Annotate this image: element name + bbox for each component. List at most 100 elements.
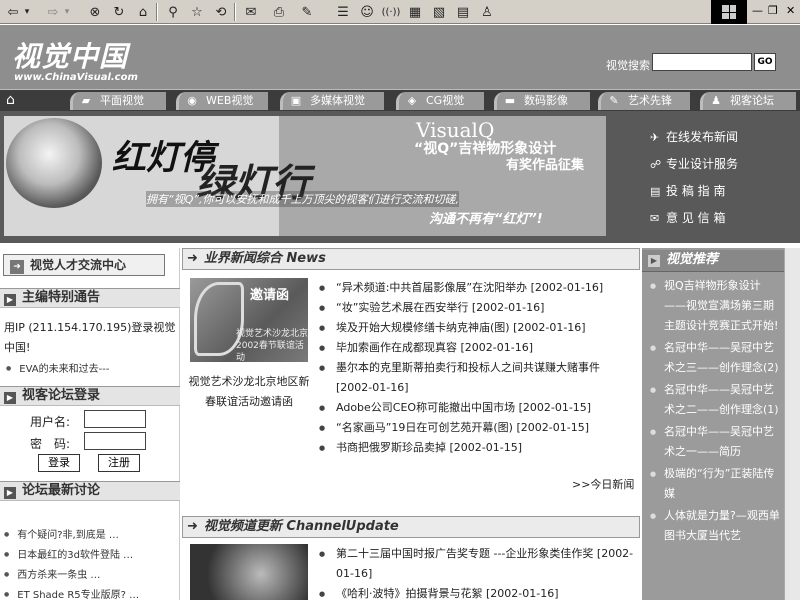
image-icon[interactable]: ▦: [406, 3, 424, 21]
section-title: 视客论坛登录: [22, 388, 101, 403]
forum-item[interactable]: 有个疑问?非,到底是 …: [4, 528, 119, 543]
username-input[interactable]: [84, 410, 146, 428]
restore-icon[interactable]: ❐: [768, 4, 778, 17]
edit-icon[interactable]: ✎: [298, 3, 316, 21]
chart-icon[interactable]: ▧: [430, 3, 448, 21]
channel-thumbnail[interactable]: [190, 544, 308, 600]
login-button[interactable]: 登录: [38, 454, 80, 472]
channel-item[interactable]: 《哈利·波特》拍摄背景与花絮 [2002-01-16]: [319, 584, 636, 600]
nav-item-label: 视客论坛: [730, 94, 774, 107]
section-title: 业界新闻综合 News: [203, 251, 326, 266]
invitation-thumbnail[interactable]: 邀请函 视觉艺术沙龙北京 2002春节联谊活动: [190, 278, 308, 362]
recommend-item[interactable]: 名冠中华——吴冠中艺术之二——创作理念(1): [648, 380, 782, 420]
notice-item[interactable]: EVA的未来和过去---: [6, 362, 109, 377]
vertical-scrollbar[interactable]: [784, 248, 800, 600]
thumbnail-caption[interactable]: 视觉艺术沙龙北京地区新春联谊活动邀请函: [186, 372, 312, 412]
channel-item[interactable]: 第二十三届中国时报广告奖专题 ---企业形象类佳作奖 [2002-01-16]: [319, 544, 636, 584]
section-bullet-icon: ▶: [648, 255, 660, 267]
tools-icon[interactable]: ▤: [454, 3, 472, 21]
nav-item-forum[interactable]: ♟ 视客论坛: [700, 92, 796, 110]
print-icon[interactable]: ⎙: [270, 3, 288, 21]
windows-logo-icon: [711, 0, 747, 24]
link-label: 在线发布新闻: [666, 130, 739, 144]
favorites-icon[interactable]: ☆: [188, 3, 206, 21]
toolbar-separator: [156, 3, 158, 21]
back-dropdown-icon[interactable]: ▾: [22, 3, 32, 21]
banner-subtitle-2: 有奖作品征集: [506, 158, 585, 173]
forum-item[interactable]: 西方杀来一条虫 …: [4, 568, 100, 583]
nav-item-web[interactable]: ◉ WEB视觉: [176, 92, 268, 110]
nav-item-art[interactable]: ✎ 艺术先锋: [598, 92, 690, 110]
invitation-title: 邀请函: [250, 288, 290, 303]
link-publish-news[interactable]: ✈ 在线发布新闻: [650, 128, 790, 155]
link-design-service[interactable]: ☍ 专业设计服务: [650, 155, 790, 182]
search-input[interactable]: [652, 53, 752, 71]
nav-item-label: 多媒体视觉: [310, 94, 365, 107]
nav-cg-icon: ◈: [407, 94, 417, 107]
recommend-item[interactable]: 人体就是力量?—观西单图书大厦当代艺: [648, 506, 782, 546]
history-icon[interactable]: ⟲: [212, 3, 230, 21]
nav-home-icon[interactable]: ⌂: [6, 92, 28, 108]
more-news-link[interactable]: >>今日新闻: [572, 476, 634, 492]
stop-icon[interactable]: ⊗: [86, 3, 104, 21]
discuss-icon[interactable]: ☰: [334, 3, 352, 21]
refresh-icon[interactable]: ↻: [110, 3, 128, 21]
news-item[interactable]: 书商把俄罗斯珍品卖掉 [2002-01-15]: [319, 438, 636, 458]
traffic-lamp-image: [6, 118, 102, 208]
back-arrow-icon[interactable]: ⇦: [4, 3, 22, 21]
nav-web-icon: ◉: [187, 94, 197, 107]
forum-item[interactable]: 日本最红的3d软件登陆 …: [4, 548, 133, 563]
talent-center-button[interactable]: ➜ 视觉人才交流中心: [3, 254, 165, 276]
user-icon[interactable]: ♙: [478, 3, 496, 21]
invitation-subtitle: 视觉艺术沙龙北京 2002春节联谊活动: [236, 329, 308, 362]
link-submission-guide[interactable]: ▤ 投 稿 指 南: [650, 182, 790, 209]
recommend-item[interactable]: 极端的“行为”正装陆传媒: [648, 464, 782, 504]
recommend-item[interactable]: 名冠中华——吴冠中艺术之一——简历: [648, 422, 782, 462]
nav-item-graphic[interactable]: ▰ 平面视觉: [70, 92, 166, 110]
search-go-button[interactable]: GO: [754, 53, 776, 71]
news-item[interactable]: Adobe公司CEO称可能撤出中国市场 [2002-01-15]: [319, 398, 636, 418]
news-item[interactable]: 墨尔本的克里斯蒂拍卖行和投标人之间共谋赚大赌事件 [2002-01-16]: [319, 358, 636, 398]
password-label: 密 码:: [30, 437, 71, 451]
nav-item-cg[interactable]: ◈ CG视觉: [396, 92, 484, 110]
messenger-icon[interactable]: ☺: [358, 3, 376, 21]
nav-item-label: 数码影像: [524, 94, 568, 107]
nav-item-digital[interactable]: ▬ 数码影像: [494, 92, 590, 110]
arrow-right-icon: ➜: [10, 260, 24, 274]
forward-dropdown-icon[interactable]: ▾: [62, 3, 72, 21]
link-feedback[interactable]: ✉ 意 见 信 箱: [650, 209, 790, 236]
register-button[interactable]: 注册: [98, 454, 140, 472]
recommend-item[interactable]: 名冠中华——吴冠中艺术之三——创作理念(2): [648, 338, 782, 378]
recommend-list: 视Q吉祥物形象设计——视觉宣满场第三期主题设计竞赛正式开始! 名冠中华——吴冠中…: [648, 276, 782, 548]
radio-icon[interactable]: ((·)): [382, 3, 401, 21]
site-logo[interactable]: 视觉中国: [12, 35, 128, 75]
search-label: 视觉搜索: [606, 59, 650, 72]
news-item[interactable]: “异术频道:中共首届影像展”在沈阳举办 [2002-01-16]: [319, 278, 636, 298]
section-header-notice: ▶ 主编特别通告: [0, 288, 180, 308]
service-icon: ☍: [650, 158, 662, 171]
username-label: 用户名:: [30, 415, 71, 429]
home-icon[interactable]: ⌂: [134, 3, 152, 21]
header-quick-links: ✈ 在线发布新闻 ☍ 专业设计服务 ▤ 投 稿 指 南 ✉ 意 见 信 箱: [650, 128, 790, 236]
nav-item-multimedia[interactable]: ▣ 多媒体视觉: [280, 92, 384, 110]
news-section-header: ➜ 业界新闻综合 News: [182, 248, 640, 270]
close-icon[interactable]: ✕: [786, 4, 795, 17]
news-item[interactable]: 毕加索画作在成都现真容 [2002-01-16]: [319, 338, 636, 358]
news-item[interactable]: “名家画马”19日在可创艺苑开幕(图) [2002-01-15]: [319, 418, 636, 438]
middle-column: ➜ 业界新闻综合 News 邀请函 视觉艺术沙龙北京 2002春节联谊活动 视觉艺…: [182, 248, 640, 600]
forward-arrow-icon[interactable]: ⇨: [44, 3, 62, 21]
search-icon[interactable]: ⚲: [164, 3, 182, 21]
browser-toolbar: ⇦ ▾ ⇨ ▾ ⊗ ↻ ⌂ ⚲ ☆ ⟲ ✉ ⎙ ✎ ☰ ☺ ((·)) ▦ ▧ …: [0, 0, 800, 24]
promo-banner[interactable]: 红灯停 绿灯行 VisualQ “视Q”吉祥物形象设计 有奖作品征集 拥有“视Q…: [4, 116, 606, 236]
nav-digital-icon: ▬: [504, 94, 516, 107]
password-input[interactable]: [84, 432, 146, 450]
minimize-icon[interactable]: —: [752, 4, 763, 17]
recommend-item[interactable]: 视Q吉祥物形象设计——视觉宣满场第三期主题设计竞赛正式开始!: [648, 276, 782, 336]
forum-item[interactable]: ET Shade R5专业版原? …: [4, 588, 139, 600]
news-item[interactable]: “妆”实验艺术展在西安举行 [2002-01-16]: [319, 298, 636, 318]
nav-multimedia-icon: ▣: [290, 94, 302, 107]
mail-icon[interactable]: ✉: [242, 3, 260, 21]
main-nav: ⌂ ▰ 平面视觉 ◉ WEB视觉 ▣ 多媒体视觉 ◈ CG视觉 ▬ 数码影像 ✎ 艺术先锋 …: [0, 89, 800, 111]
document-icon: ▤: [650, 185, 661, 198]
news-item[interactable]: 埃及开始大规模修缮卡纳克神庙(图) [2002-01-16]: [319, 318, 636, 338]
